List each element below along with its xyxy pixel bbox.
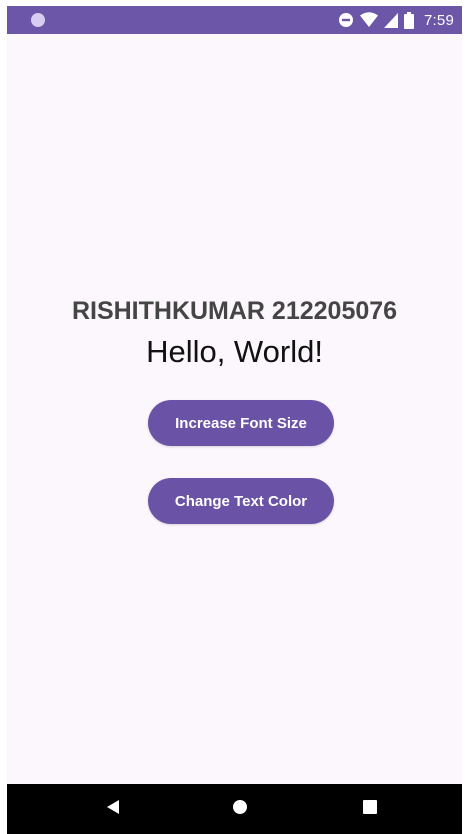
do-not-disturb-icon [338,12,354,28]
home-icon [232,799,248,820]
recents-button[interactable] [340,784,400,834]
signal-icon [384,12,398,28]
navigation-bar [7,784,462,834]
status-bar: 7:59 [7,6,462,34]
name-text: RISHITHKUMAR 212205076 [71,297,398,325]
main-content: RISHITHKUMAR 212205076 Hello, World! Inc… [7,34,462,784]
battery-icon [404,11,414,29]
status-time: 7:59 [424,11,454,29]
notification-dot-icon [31,13,45,27]
phone-screen: 7:59 RISHITHKUMAR 212205076 Hello, World… [7,6,462,834]
back-icon [106,799,120,820]
hello-text: Hello, World! [146,334,323,369]
recents-icon [363,799,377,819]
change-text-color-button[interactable]: Change Text Color [148,478,334,524]
back-button[interactable] [83,784,143,834]
home-button[interactable] [210,784,270,834]
increase-font-size-button[interactable]: Increase Font Size [148,400,334,446]
wifi-icon [360,12,378,28]
status-icons: 7:59 [338,6,454,34]
